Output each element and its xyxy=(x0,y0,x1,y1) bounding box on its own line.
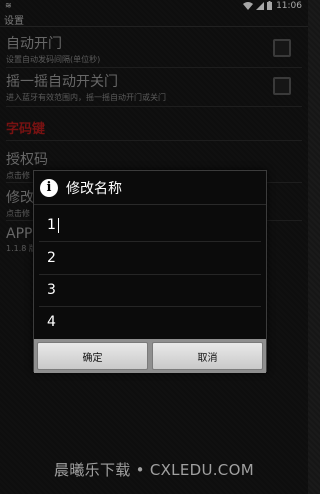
dialog-button-bar: 确定 取消 xyxy=(34,339,266,373)
text-cursor xyxy=(57,217,59,233)
list-item-label: 2 xyxy=(47,250,56,266)
rename-dialog: i 修改名称 1 2 3 4 确定 取消 xyxy=(33,170,267,373)
list-item-label: 1 xyxy=(47,217,56,233)
cancel-button[interactable]: 取消 xyxy=(152,342,263,370)
confirm-button[interactable]: 确定 xyxy=(37,342,148,370)
dialog-divider xyxy=(34,204,266,205)
watermark: 晨曦乐下载 • CXLEDU.COM xyxy=(54,461,254,479)
list-item[interactable]: 4 xyxy=(39,306,261,338)
list-item[interactable]: 1 xyxy=(39,209,261,241)
dialog-header: i 修改名称 xyxy=(34,171,266,204)
list-item[interactable]: 3 xyxy=(39,274,261,306)
dialog-title: 修改名称 xyxy=(66,180,122,197)
list-item[interactable]: 2 xyxy=(39,242,261,274)
list-item-label: 4 xyxy=(47,314,56,330)
info-icon: i xyxy=(40,178,58,197)
list-item-label: 3 xyxy=(47,282,56,298)
